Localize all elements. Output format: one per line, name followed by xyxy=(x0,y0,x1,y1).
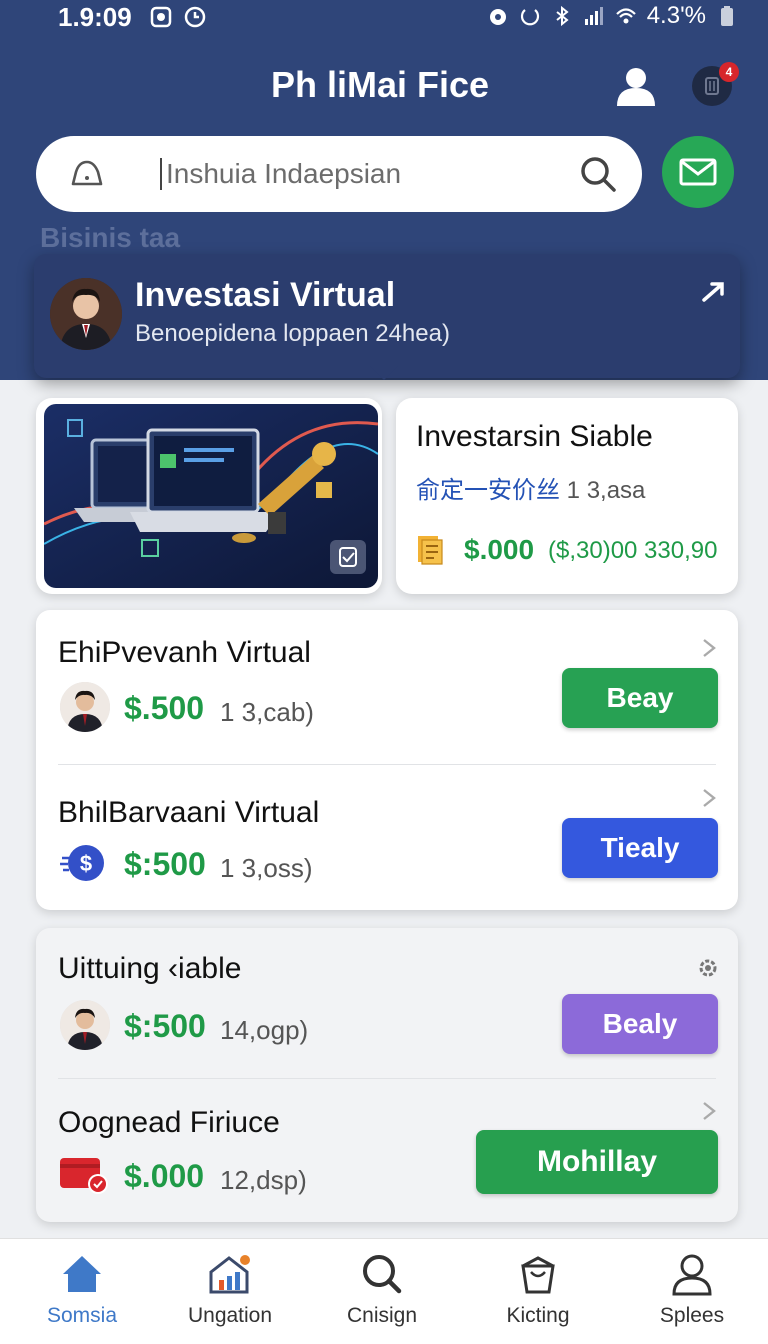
info-card-price: $.000 xyxy=(464,534,535,565)
settings-icon[interactable] xyxy=(696,956,720,980)
alarm-icon xyxy=(489,9,506,25)
nav-profile[interactable]: Splees xyxy=(632,1252,752,1336)
item-name: Oognead Firiuce xyxy=(58,1106,280,1139)
nav-search[interactable]: Cnisign xyxy=(322,1252,442,1336)
bluetooth-icon xyxy=(556,5,569,27)
wifi-icon xyxy=(615,8,636,24)
info-card-title: Investarsin Siable xyxy=(416,420,653,453)
item-note: 1 3,cab) xyxy=(220,697,314,727)
mail-button[interactable] xyxy=(662,136,734,208)
avatar xyxy=(50,278,122,350)
dollar-coin-icon: $ xyxy=(60,845,104,881)
featured-pointer xyxy=(370,366,398,380)
nav-label: Somsia xyxy=(46,1304,118,1327)
nav-label: Kicting xyxy=(506,1304,570,1327)
avatar xyxy=(60,1000,110,1050)
item-price: $:500 xyxy=(124,1008,206,1044)
status-icons: 4.3'% xyxy=(487,2,738,30)
clock-icon xyxy=(184,6,206,28)
info-card-subtitle-num: 1 3,asa xyxy=(566,477,646,504)
nav-kicting[interactable]: Kicting xyxy=(478,1252,598,1336)
search-bar[interactable] xyxy=(36,136,642,212)
battery-percent: 4.3'% xyxy=(646,2,706,29)
app-notification-icon xyxy=(150,6,172,28)
buy-button[interactable]: Beay xyxy=(562,668,718,728)
info-card-subtitle: 俞定一安价丝 1 3,asa xyxy=(416,470,645,505)
search-icon[interactable] xyxy=(578,154,618,194)
nav-home[interactable]: Somsia xyxy=(22,1252,142,1336)
profile-icon xyxy=(672,1254,712,1296)
document-money-icon xyxy=(418,536,443,565)
shield-icon xyxy=(330,540,366,574)
mail-icon xyxy=(679,158,717,186)
nav-label: Splees xyxy=(659,1304,725,1327)
bag-icon xyxy=(521,1256,555,1294)
signal-icon xyxy=(584,7,603,25)
item-note: 14,ogp) xyxy=(220,1015,309,1045)
item-price: $:500 xyxy=(124,846,206,882)
item-price: $.000 xyxy=(124,1158,205,1194)
nav-label: Ungation xyxy=(187,1304,273,1327)
search-icon xyxy=(363,1255,402,1294)
info-card-subtitle-cjk: 俞定一安价丝 xyxy=(416,477,560,504)
search-input[interactable] xyxy=(160,156,580,192)
battery-icon xyxy=(721,6,733,26)
status-time: 1.9:09 xyxy=(58,2,132,32)
wallet-icon xyxy=(60,1158,108,1194)
item-note: 1 3,oss) xyxy=(220,853,313,883)
item-note: 12,dsp) xyxy=(220,1165,307,1195)
buy-button[interactable]: Bealy xyxy=(562,994,718,1054)
featured-card[interactable] xyxy=(34,254,740,378)
status-bar: 1.9:09 4.3'% xyxy=(0,0,768,36)
featured-subtitle: Benoepidena loppaen 24hea) xyxy=(135,320,450,347)
buy-button[interactable]: Mohillay xyxy=(476,1130,718,1194)
avatar xyxy=(60,682,110,732)
item-price: $.500 xyxy=(124,690,205,726)
chart-house-icon xyxy=(209,1255,250,1294)
investment-illustration xyxy=(44,404,378,588)
featured-title: Investasi Virtual xyxy=(135,276,396,314)
user-icon[interactable] xyxy=(614,66,658,106)
item-name: EhiPvevanh Virtual xyxy=(58,636,311,669)
chevron-right-icon[interactable] xyxy=(700,637,718,659)
section-label: Bisinis taa xyxy=(40,222,181,253)
item-name: BhilBarvaani Virtual xyxy=(58,796,320,829)
chevron-right-icon[interactable] xyxy=(700,1100,718,1122)
nav-label: Cnisign xyxy=(346,1304,418,1327)
svg-text:$: $ xyxy=(80,851,92,876)
chevron-right-icon[interactable] xyxy=(700,787,718,809)
arrow-icon[interactable] xyxy=(700,278,728,304)
sync-icon xyxy=(520,9,539,26)
buy-button[interactable]: Tiealy xyxy=(562,818,718,878)
cloud-icon xyxy=(71,160,103,186)
notification-badge: 4 xyxy=(719,62,739,82)
divider xyxy=(58,1078,716,1079)
divider xyxy=(58,764,716,765)
item-name: Uittuing ‹iable xyxy=(58,952,242,985)
nav-ungation[interactable]: Ungation xyxy=(170,1252,290,1336)
info-card-price-note: ($,30)00 330,90 xyxy=(548,537,718,564)
home-icon xyxy=(63,1256,101,1292)
